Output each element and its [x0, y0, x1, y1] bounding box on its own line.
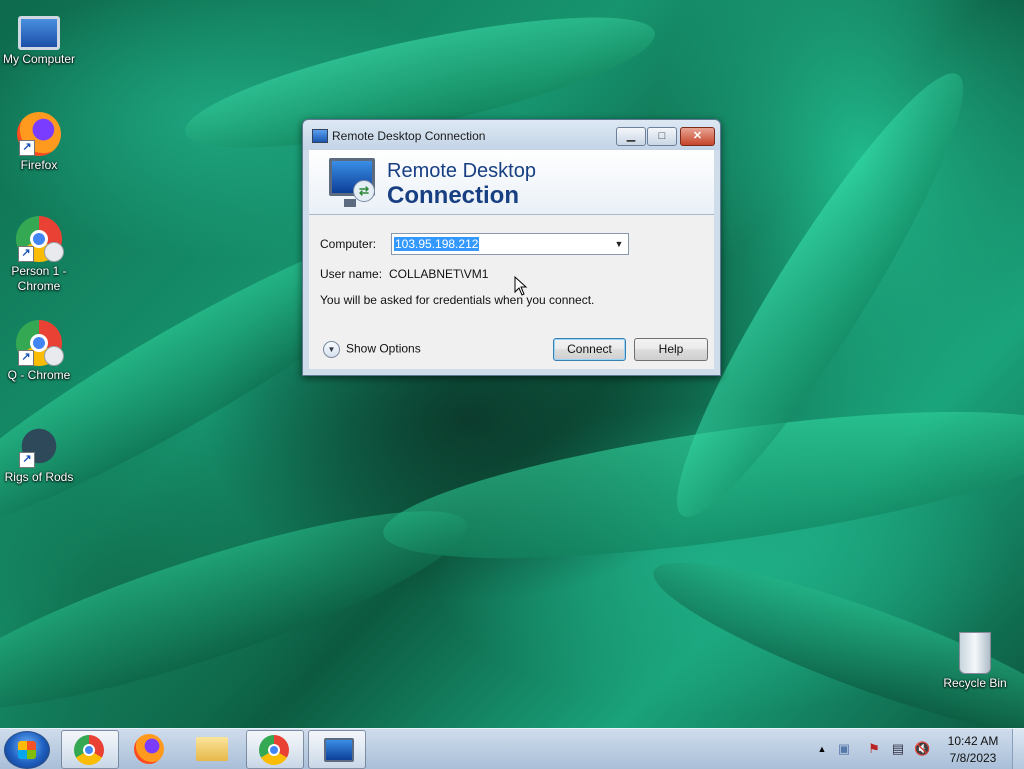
shortcut-arrow-icon: ↗ — [18, 350, 34, 366]
connection-arrows-icon: ⇄ — [353, 180, 375, 202]
taskbar-item-remote-desktop[interactable] — [308, 730, 366, 769]
show-desktop-button[interactable] — [1012, 729, 1024, 769]
chrome-icon — [259, 735, 289, 765]
computer-icon — [18, 16, 60, 50]
tray-overflow-chevron-icon[interactable]: ▲ — [814, 741, 830, 757]
help-button[interactable]: Help — [634, 338, 708, 361]
action-center-flag-icon[interactable]: ⚑ — [866, 741, 882, 757]
banner-title-line1: Remote Desktop — [387, 160, 536, 182]
firefox-icon — [134, 734, 164, 764]
desktop-icon-label: Q - Chrome — [7, 368, 71, 382]
chrome-icon: ↗ — [16, 320, 64, 366]
remote-desktop-dialog: Remote Desktop Connection ▁ □ ✕ ⇄ Remote… — [302, 119, 721, 376]
show-options-toggle[interactable]: ▼ Show Options — [323, 341, 421, 358]
profile-avatar-icon — [44, 242, 64, 262]
folder-icon — [196, 737, 228, 761]
banner-title-line2: Connection — [387, 182, 519, 209]
taskbar-item-explorer[interactable] — [184, 730, 240, 767]
dialog-banner: ⇄ Remote Desktop Connection — [309, 150, 714, 215]
firefox-icon: ↗ — [17, 112, 61, 156]
desktop-icon-rigs-of-rods[interactable]: ↗ Rigs of Rods — [0, 424, 78, 485]
remote-desktop-icon — [324, 738, 354, 762]
dropdown-arrow-icon[interactable]: ▼ — [610, 234, 628, 254]
dialog-body: Computer: 103.95.198.212 ▼ User name: CO… — [309, 215, 714, 369]
username-value: COLLABNET\VM1 — [389, 267, 489, 281]
network-icon[interactable]: ▤ — [890, 741, 906, 757]
chrome-icon — [74, 735, 104, 765]
desktop-icon-firefox[interactable]: ↗ Firefox — [0, 112, 78, 173]
remote-desktop-icon — [312, 129, 328, 143]
chrome-icon: ↗ — [16, 216, 64, 262]
username-label: User name: — [320, 267, 383, 281]
taskbar: ▲ ▣ ⚑ ▤ 🔇 10:42 AM 7/8/2023 — [0, 728, 1024, 769]
rigs-of-rods-icon: ↗ — [17, 424, 61, 468]
shortcut-arrow-icon: ↗ — [19, 140, 35, 156]
clock-date[interactable]: 7/8/2023 — [940, 751, 1006, 765]
credentials-info-text: You will be asked for credentials when y… — [320, 293, 595, 307]
desktop-icon-label: Recycle Bin — [943, 676, 1007, 690]
desktop-icon-label: Rigs of Rods — [4, 470, 74, 484]
profile-avatar-icon — [44, 346, 64, 366]
connect-button[interactable]: Connect — [553, 338, 626, 361]
close-button[interactable]: ✕ — [680, 127, 715, 146]
tray-app-icon[interactable]: ▣ — [836, 741, 852, 757]
shortcut-arrow-icon: ↗ — [18, 246, 34, 262]
computer-combobox[interactable]: 103.95.198.212 ▼ — [391, 233, 629, 255]
desktop-icon-label: Person 1 - Chrome — [11, 264, 67, 293]
minimize-button[interactable]: ▁ — [616, 127, 646, 146]
volume-muted-icon[interactable]: 🔇 — [914, 741, 930, 757]
desktop-icon-my-computer[interactable]: My Computer — [0, 10, 78, 67]
taskbar-item-firefox[interactable] — [122, 730, 178, 767]
chevron-down-icon: ▼ — [323, 341, 340, 358]
desktop-icon-q-chrome[interactable]: ↗ Q - Chrome — [0, 320, 78, 383]
desktop-icon-person1-chrome[interactable]: ↗ Person 1 - Chrome — [0, 216, 78, 294]
computer-label: Computer: — [320, 237, 377, 251]
clock-time[interactable]: 10:42 AM — [940, 734, 1006, 748]
window-title: Remote Desktop Connection — [332, 129, 486, 143]
show-options-label: Show Options — [346, 341, 421, 356]
maximize-button[interactable]: □ — [647, 127, 677, 146]
taskbar-item-chrome-2[interactable] — [246, 730, 304, 769]
title-bar[interactable]: Remote Desktop Connection ▁ □ ✕ — [303, 120, 720, 150]
desktop-icon-label: Firefox — [20, 158, 58, 172]
recycle-bin-icon — [959, 632, 991, 674]
shortcut-arrow-icon: ↗ — [19, 452, 35, 468]
start-button[interactable] — [4, 731, 50, 769]
computer-input-value[interactable]: 103.95.198.212 — [394, 237, 480, 251]
taskbar-item-chrome[interactable] — [61, 730, 119, 769]
desktop-icon-label: My Computer — [2, 52, 76, 66]
windows-logo-icon — [18, 741, 36, 759]
wallpaper-leaf — [0, 475, 482, 745]
desktop-icon-recycle-bin[interactable]: Recycle Bin — [936, 632, 1014, 691]
